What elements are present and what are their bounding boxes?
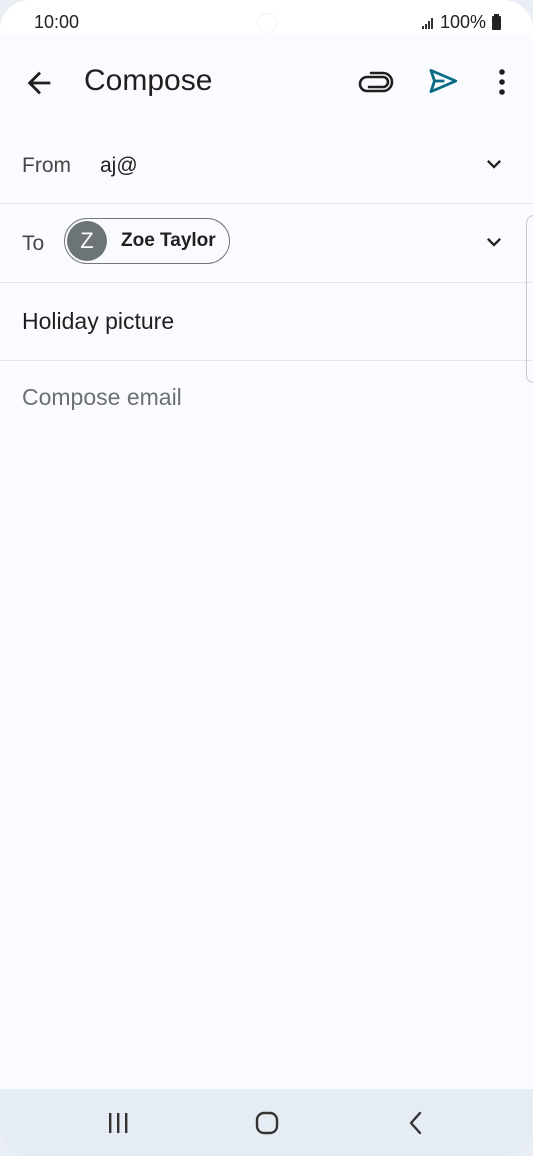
back-icon bbox=[409, 1111, 422, 1135]
home-icon bbox=[255, 1111, 279, 1135]
chevron-down-icon bbox=[487, 238, 501, 247]
battery-icon bbox=[492, 13, 501, 30]
app-bar: Compose bbox=[0, 34, 533, 130]
recents-button[interactable] bbox=[106, 1113, 130, 1133]
compose-body-input[interactable]: Compose email bbox=[22, 384, 182, 411]
signal-icon bbox=[421, 17, 433, 29]
status-indicators: 100% bbox=[421, 12, 501, 33]
subject-value: Holiday picture bbox=[22, 308, 175, 334]
send-button[interactable] bbox=[426, 64, 460, 98]
to-field[interactable]: To Z Zoe Taylor bbox=[0, 204, 533, 283]
recents-icon bbox=[109, 1113, 128, 1133]
from-dropdown-button[interactable] bbox=[480, 150, 508, 178]
battery-percent: 100% bbox=[439, 12, 486, 32]
home-button[interactable] bbox=[255, 1111, 279, 1135]
from-field[interactable]: From aj@ bbox=[0, 130, 533, 204]
from-label: From bbox=[22, 154, 71, 177]
scrollbar[interactable] bbox=[526, 215, 533, 383]
attach-button[interactable] bbox=[358, 66, 394, 98]
to-label: To bbox=[22, 232, 45, 255]
status-time: 10:00 bbox=[34, 12, 80, 32]
avatar: Z bbox=[67, 221, 107, 261]
from-value: aj@ bbox=[100, 154, 138, 177]
chevron-down-icon bbox=[487, 160, 501, 169]
phone-screen: 10:00 100% Compose From aj@ To Z Zoe Tay… bbox=[0, 0, 533, 1156]
back-arrow-icon bbox=[27, 71, 51, 95]
system-back-button[interactable] bbox=[405, 1111, 427, 1135]
paperclip-icon bbox=[358, 71, 394, 93]
recipient-chip[interactable]: Z Zoe Taylor bbox=[64, 218, 230, 264]
back-button[interactable] bbox=[22, 66, 56, 100]
send-icon bbox=[429, 68, 458, 94]
navigation-bar bbox=[0, 1089, 533, 1156]
more-options-button[interactable] bbox=[490, 64, 514, 100]
page-title: Compose bbox=[84, 64, 213, 97]
subject-field[interactable]: Holiday picture bbox=[0, 283, 533, 361]
to-dropdown-button[interactable] bbox=[480, 228, 508, 256]
more-vert-icon bbox=[499, 69, 505, 95]
recipient-name: Zoe Taylor bbox=[121, 230, 216, 251]
camera-cutout bbox=[258, 14, 276, 32]
status-bar: 10:00 100% bbox=[0, 0, 533, 34]
